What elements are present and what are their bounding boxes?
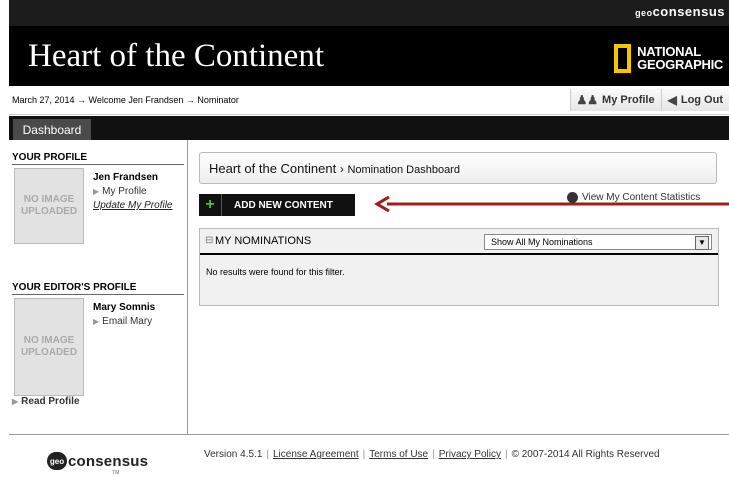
collapse-icon[interactable]: ⊟ — [205, 235, 213, 246]
triangle-right-icon: ▶ — [93, 187, 100, 196]
site-title: Heart of the Continent — [28, 38, 325, 74]
user-breadcrumb: March 27, 2014 → Welcome Jen Frandsen → … — [12, 95, 239, 105]
add-new-content-button[interactable]: + ADD NEW CONTENT — [199, 194, 355, 216]
site-header: Heart of the Continent NATIONAL GEOGRAPHI… — [9, 26, 729, 86]
my-profile-button[interactable]: ♟♟ My Profile — [569, 89, 661, 111]
terms-link[interactable]: Terms of Use — [369, 449, 428, 460]
divider — [12, 294, 184, 295]
arrow-left-icon: ◀ — [667, 93, 677, 107]
editor-profile-heading: YOUR EDITOR'S PROFILE — [12, 282, 137, 293]
users-icon: ♟♟ — [576, 93, 599, 107]
nominations-title: MY NOMINATIONS — [215, 235, 312, 247]
plus-icon: + — [199, 194, 222, 216]
copyright-text: © 2007-2014 All Rights Reserved — [511, 449, 660, 460]
my-nominations-panel: ⊟ MY NOMINATIONS Show All My Nominations… — [199, 228, 719, 306]
update-profile-link[interactable]: Update My Profile — [93, 200, 172, 211]
read-profile-link[interactable]: ▶ Read Profile — [12, 396, 80, 407]
no-results-message: No results were found for this filter. — [206, 267, 345, 277]
editor-name: Mary Somnis — [93, 302, 156, 313]
footer-links: Version 4.5.1 | License Agreement | Terms of… — [204, 449, 660, 460]
profile-avatar-placeholder: NO IMAGE UPLOADED — [14, 168, 84, 244]
breadcrumb-site[interactable]: Heart of the Continent — [209, 161, 336, 176]
log-out-button[interactable]: ◀ Log Out — [660, 89, 729, 111]
pie-chart-icon — [567, 192, 578, 203]
breadcrumb-page: Nomination Dashboard — [347, 164, 460, 176]
my-profile-link[interactable]: ▶ My Profile — [93, 186, 147, 197]
divider — [12, 164, 184, 165]
yellow-border-icon — [614, 43, 632, 73]
footer: geo consensus TM Version 4.5.1 | License A… — [9, 434, 729, 477]
profile-user-name: Jen Frandsen — [93, 172, 159, 183]
editor-avatar-placeholder: NO IMAGE UPLOADED — [14, 298, 84, 396]
nominations-header: ⊟ MY NOMINATIONS Show All My Nominations… — [200, 229, 718, 255]
info-bar: March 27, 2014 → Welcome Jen Frandsen → … — [9, 86, 729, 115]
account-links: ♟♟ My Profile ◀ Log Out — [569, 89, 729, 111]
geoconsensus-footer-logo[interactable]: geo consensus TM — [47, 446, 148, 476]
content-statistics-link[interactable]: View My Content Statistics — [567, 192, 700, 203]
nominations-filter-select[interactable]: Show All My Nominations ▼ — [484, 234, 712, 250]
geoconsensus-brand[interactable]: geoconsensus — [635, 4, 725, 19]
email-editor-link[interactable]: ▶ Email Mary — [93, 316, 152, 327]
version-text: Version 4.5.1 — [204, 449, 263, 460]
triangle-right-icon: ▶ — [12, 397, 19, 406]
dropdown-arrow-icon: ▼ — [695, 236, 709, 250]
page: geoconsensus Heart of the Continent NATI… — [9, 0, 729, 477]
your-profile-heading: YOUR PROFILE — [12, 152, 88, 163]
tab-bar: Dashboard — [9, 116, 729, 140]
top-strip: geoconsensus — [9, 0, 729, 26]
page-breadcrumb: Heart of the Continent › Nomination Dash… — [199, 152, 717, 184]
tab-dashboard[interactable]: Dashboard — [13, 119, 91, 140]
license-link[interactable]: License Agreement — [273, 449, 359, 460]
triangle-right-icon: ▶ — [93, 317, 100, 326]
privacy-link[interactable]: Privacy Policy — [439, 449, 501, 460]
sidebar: YOUR PROFILE NO IMAGE UPLOADED Jen Frands… — [9, 140, 188, 434]
national-geographic-logo[interactable]: NATIONAL GEOGRAPHIC — [614, 43, 723, 73]
